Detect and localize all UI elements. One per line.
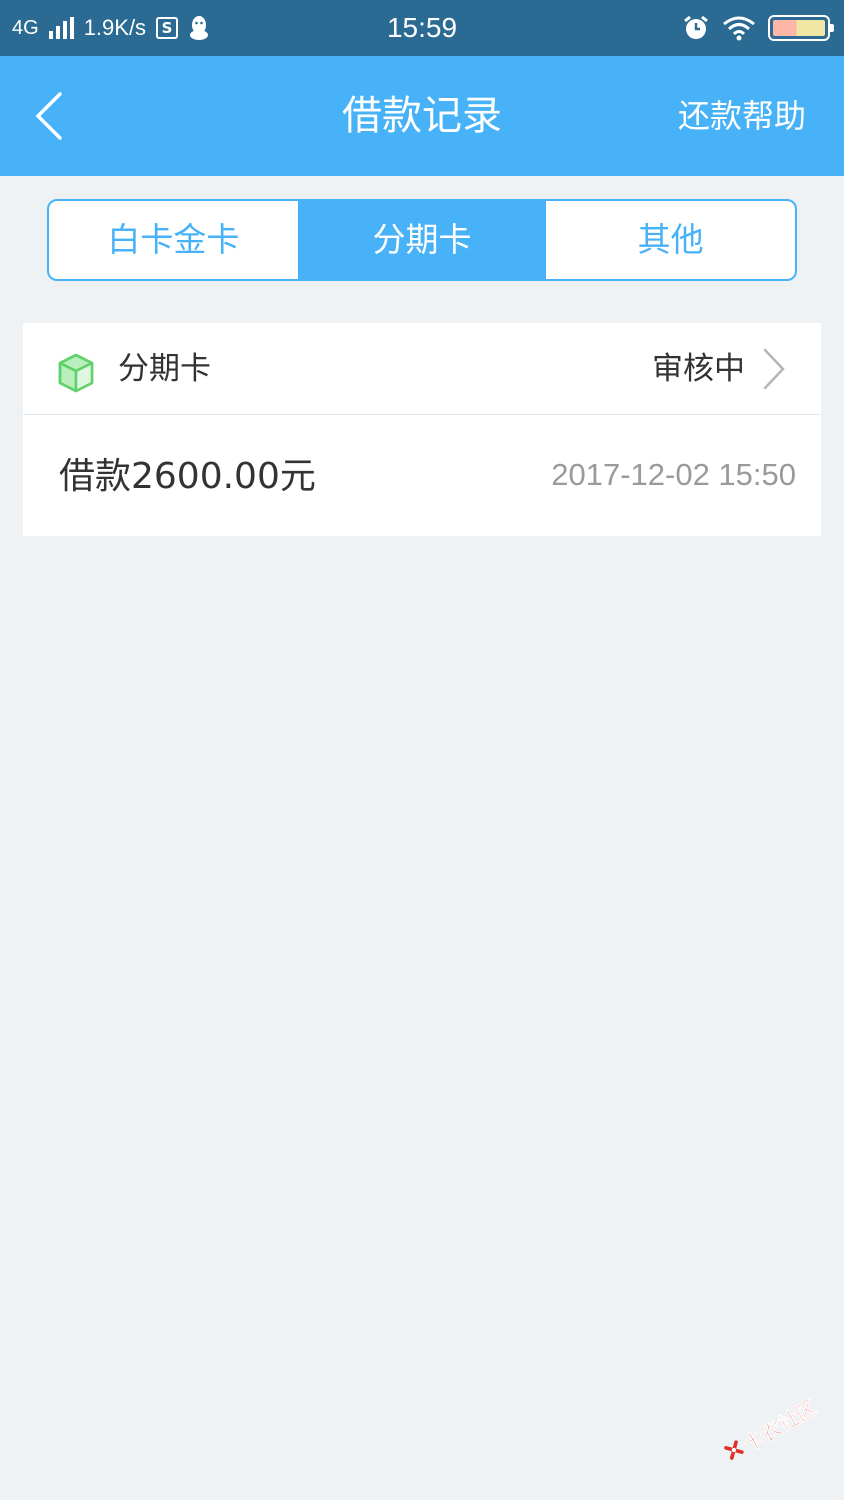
signal-icon [48, 17, 74, 39]
tab-installment-card[interactable]: 分期卡 [297, 201, 547, 279]
tab-other[interactable]: 其他 [546, 201, 795, 279]
network-type: 4G [12, 16, 39, 39]
tab-white-gold-card[interactable]: 白卡金卡 [49, 201, 298, 279]
loan-record-card: 分期卡 审核中 借款2600.00元 2017-12-02 15:50 [23, 323, 821, 536]
watermark: 卡农社区 [712, 1378, 829, 1480]
status-badge: 审核中 [652, 351, 745, 387]
chevron-right-icon [763, 348, 785, 390]
status-bar-left: 4G 1.9K/s S [12, 0, 210, 56]
record-type-label: 分期卡 [118, 351, 211, 387]
repayment-help-button[interactable]: 还款帮助 [678, 56, 806, 176]
loan-record-body[interactable]: 借款2600.00元 2017-12-02 15:50 [23, 415, 821, 536]
s-app-icon: S [156, 17, 179, 39]
network-speed: 1.9K/s [83, 15, 147, 40]
nav-bar: 借款记录 还款帮助 [0, 56, 844, 176]
battery-level [773, 20, 825, 36]
loan-record-header[interactable]: 分期卡 审核中 [23, 323, 821, 415]
battery-icon [768, 15, 834, 41]
loan-amount: 借款2600.00元 [59, 456, 316, 497]
cube-icon [58, 353, 94, 393]
status-bar-right [682, 0, 834, 56]
loan-timestamp: 2017-12-02 15:50 [551, 457, 796, 492]
wifi-icon [723, 16, 755, 41]
alarm-icon [684, 15, 708, 39]
watermark-text: 卡农社区 [739, 1394, 821, 1456]
status-bar: 4G 1.9K/s S 15:59 [0, 0, 844, 56]
qq-icon [190, 16, 209, 40]
chevron-left-icon[interactable] [30, 90, 70, 142]
card-type-tabs: 白卡金卡 分期卡 其他 [47, 199, 797, 281]
